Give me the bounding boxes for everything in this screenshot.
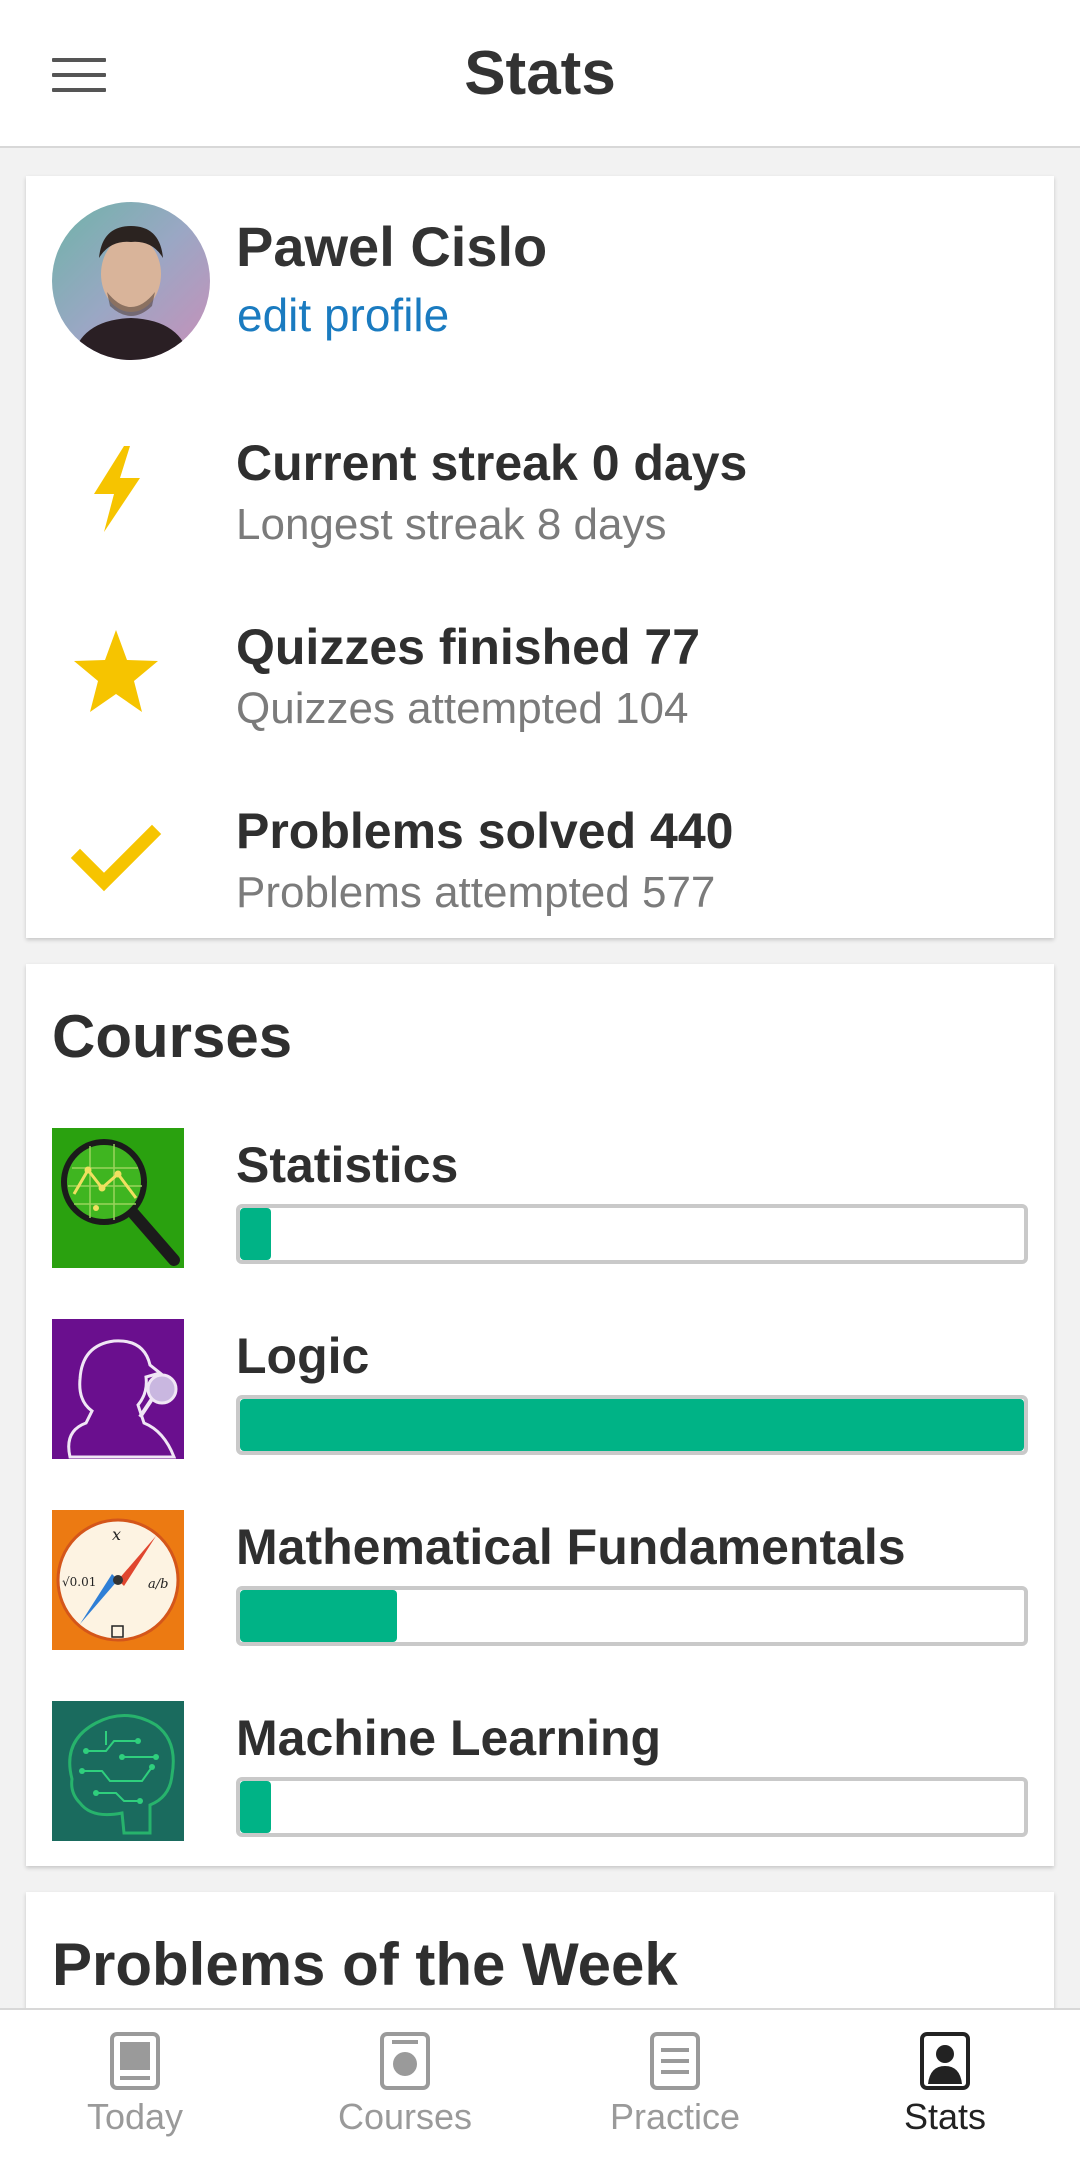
longest-streak: Longest streak 8 days bbox=[236, 500, 667, 549]
quizzes-stat: Quizzes finished 77 Quizzes attempted 10… bbox=[26, 604, 1054, 754]
svg-text:a/b: a/b bbox=[148, 1577, 168, 1592]
stats-profile-icon bbox=[920, 2032, 970, 2090]
app-bar: Stats bbox=[0, 0, 1080, 148]
course-item-logic[interactable]: Logic bbox=[52, 1319, 1028, 1459]
svg-text:x: x bbox=[112, 1525, 121, 1544]
logic-course-icon bbox=[52, 1319, 184, 1459]
nav-label: Practice bbox=[609, 2096, 741, 2137]
edit-profile-link[interactable]: edit profile bbox=[237, 288, 449, 342]
course-progress-bar bbox=[236, 1777, 1028, 1837]
nav-label: Courses bbox=[337, 2096, 473, 2137]
brain-circuit-course-icon bbox=[52, 1701, 184, 1841]
course-name: Machine Learning bbox=[236, 1710, 662, 1766]
course-progress-bar bbox=[236, 1395, 1028, 1455]
courses-heading: Courses bbox=[52, 1003, 293, 1070]
course-name: Logic bbox=[236, 1328, 370, 1384]
nav-label: Stats bbox=[903, 2096, 987, 2137]
star-icon bbox=[68, 624, 164, 720]
courses-card: Courses Statistics Logic x √0.01 a/b Mat… bbox=[26, 964, 1054, 1866]
problems-stat: Problems solved 440 Problems attempted 5… bbox=[26, 788, 1054, 938]
today-icon bbox=[110, 2032, 160, 2090]
svg-text:√0.01: √0.01 bbox=[62, 1575, 96, 1589]
profile-name: Pawel Cislo bbox=[236, 215, 548, 278]
nav-courses[interactable]: Courses bbox=[270, 2010, 540, 2160]
nav-today[interactable]: Today bbox=[0, 2010, 270, 2160]
quizzes-finished: Quizzes finished 77 bbox=[236, 619, 701, 675]
progress-fill bbox=[240, 1399, 1024, 1451]
nav-label: Today bbox=[86, 2096, 184, 2137]
course-name: Mathematical Fundamentals bbox=[236, 1519, 906, 1575]
avatar[interactable] bbox=[52, 202, 210, 360]
profile-card: Pawel Cislo edit profile Current streak … bbox=[26, 176, 1054, 938]
course-progress-bar bbox=[236, 1586, 1028, 1646]
page-title: Stats bbox=[464, 38, 616, 108]
quizzes-attempted: Quizzes attempted 104 bbox=[236, 684, 689, 733]
hamburger-menu-icon[interactable] bbox=[52, 58, 106, 92]
practice-icon bbox=[650, 2032, 700, 2090]
progress-fill bbox=[240, 1590, 397, 1642]
progress-fill bbox=[240, 1208, 272, 1260]
nav-stats[interactable]: Stats bbox=[810, 2010, 1080, 2160]
statistics-course-icon bbox=[52, 1128, 184, 1268]
course-progress-bar bbox=[236, 1204, 1028, 1264]
problems-solved: Problems solved 440 bbox=[236, 803, 734, 859]
course-name: Statistics bbox=[236, 1137, 459, 1193]
course-item-machine-learning[interactable]: Machine Learning bbox=[52, 1701, 1028, 1841]
courses-icon bbox=[380, 2032, 430, 2090]
problems-of-week-heading: Problems of the Week bbox=[52, 1931, 678, 1998]
streak-stat: Current streak 0 days Longest streak 8 d… bbox=[26, 420, 1054, 570]
current-streak: Current streak 0 days bbox=[236, 435, 748, 491]
course-item-mathematical-fundamentals[interactable]: x √0.01 a/b Mathematical Fundamentals bbox=[52, 1510, 1028, 1650]
lightning-icon bbox=[68, 440, 164, 536]
bottom-navigation: Today Courses Practice Stats bbox=[0, 2008, 1080, 2160]
checkmark-icon bbox=[68, 808, 164, 904]
course-item-statistics[interactable]: Statistics bbox=[52, 1128, 1028, 1268]
problems-attempted: Problems attempted 577 bbox=[236, 868, 716, 917]
progress-fill bbox=[240, 1781, 272, 1833]
nav-practice[interactable]: Practice bbox=[540, 2010, 810, 2160]
compass-course-icon: x √0.01 a/b bbox=[52, 1510, 184, 1650]
